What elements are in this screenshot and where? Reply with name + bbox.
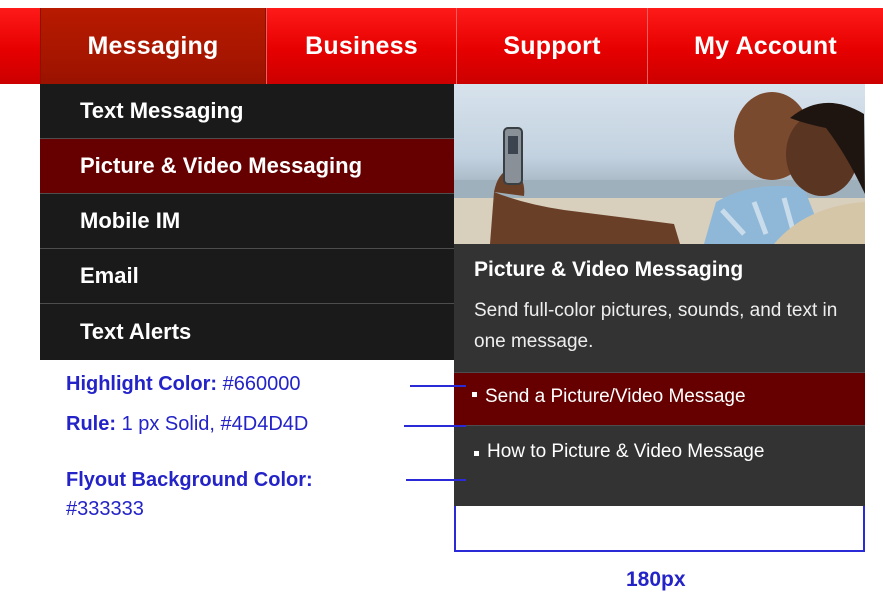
submenu-item-text-messaging[interactable]: Text Messaging (40, 84, 454, 139)
main-nav: Messaging Business Support My Account (0, 8, 883, 84)
flyout-panel: Picture & Video Messaging Send full-colo… (454, 84, 865, 506)
flyout-title: Picture & Video Messaging (474, 258, 744, 281)
submenu-item-picture-video-messaging[interactable]: Picture & Video Messaging (40, 139, 454, 194)
annotation-label: Flyout Background Color: (66, 469, 313, 491)
nav-tab-my-account[interactable]: My Account (647, 8, 883, 84)
submenu-item-label: Text Messaging (80, 98, 244, 123)
nav-tab-label: Business (305, 31, 418, 60)
annotation-value: #660000 (222, 373, 301, 395)
square-bullet-icon (472, 392, 477, 398)
annotation-rule: Rule: 1 px Solid, #4D4D4D (66, 413, 308, 436)
nav-tab-label: Messaging (87, 31, 219, 60)
submenu-item-label: Mobile IM (80, 208, 181, 233)
flyout-link-how-to[interactable]: How to Picture & Video Message (454, 425, 865, 506)
annotation-label: Highlight Color: (66, 373, 218, 395)
width-measure-label: 180px (626, 568, 686, 591)
flyout-link-label: How to Picture & Video Message (487, 441, 765, 462)
annotation-flyout-background: Flyout Background Color: #333333 (66, 466, 313, 524)
annotation-value: #333333 (66, 498, 144, 520)
submenu-item-label: Email (80, 263, 139, 288)
submenu-item-label: Picture & Video Messaging (80, 153, 363, 178)
annotation-leader-line (404, 425, 466, 427)
submenu-item-text-alerts[interactable]: Text Alerts (40, 304, 454, 360)
annotation-leader-line (406, 479, 466, 481)
promo-photo (454, 84, 865, 244)
width-measure-bracket (454, 506, 865, 552)
annotation-highlight-color: Highlight Color: #660000 (66, 373, 301, 396)
submenu-item-email[interactable]: Email (40, 249, 454, 304)
square-bullet-icon (474, 451, 479, 456)
annotation-leader-line (410, 385, 466, 387)
nav-tab-messaging[interactable]: Messaging (40, 8, 266, 84)
nav-tab-support[interactable]: Support (456, 8, 647, 84)
nav-tab-label: My Account (694, 31, 837, 60)
submenu-item-mobile-im[interactable]: Mobile IM (40, 194, 454, 249)
nav-tab-label: Support (503, 31, 601, 60)
annotation-value: 1 px Solid, #4D4D4D (121, 413, 309, 435)
nav-tab-business[interactable]: Business (266, 8, 456, 84)
annotation-label: Rule: (66, 413, 116, 435)
messaging-submenu: Text Messaging Picture & Video Messaging… (40, 84, 454, 360)
flyout-link-label: Send a Picture/Video Message (485, 386, 746, 407)
flyout-description: Send full-color pictures, sounds, and te… (474, 300, 838, 352)
flyout-link-send-message[interactable]: Send a Picture/Video Message (454, 372, 865, 425)
submenu-item-label: Text Alerts (80, 319, 192, 344)
